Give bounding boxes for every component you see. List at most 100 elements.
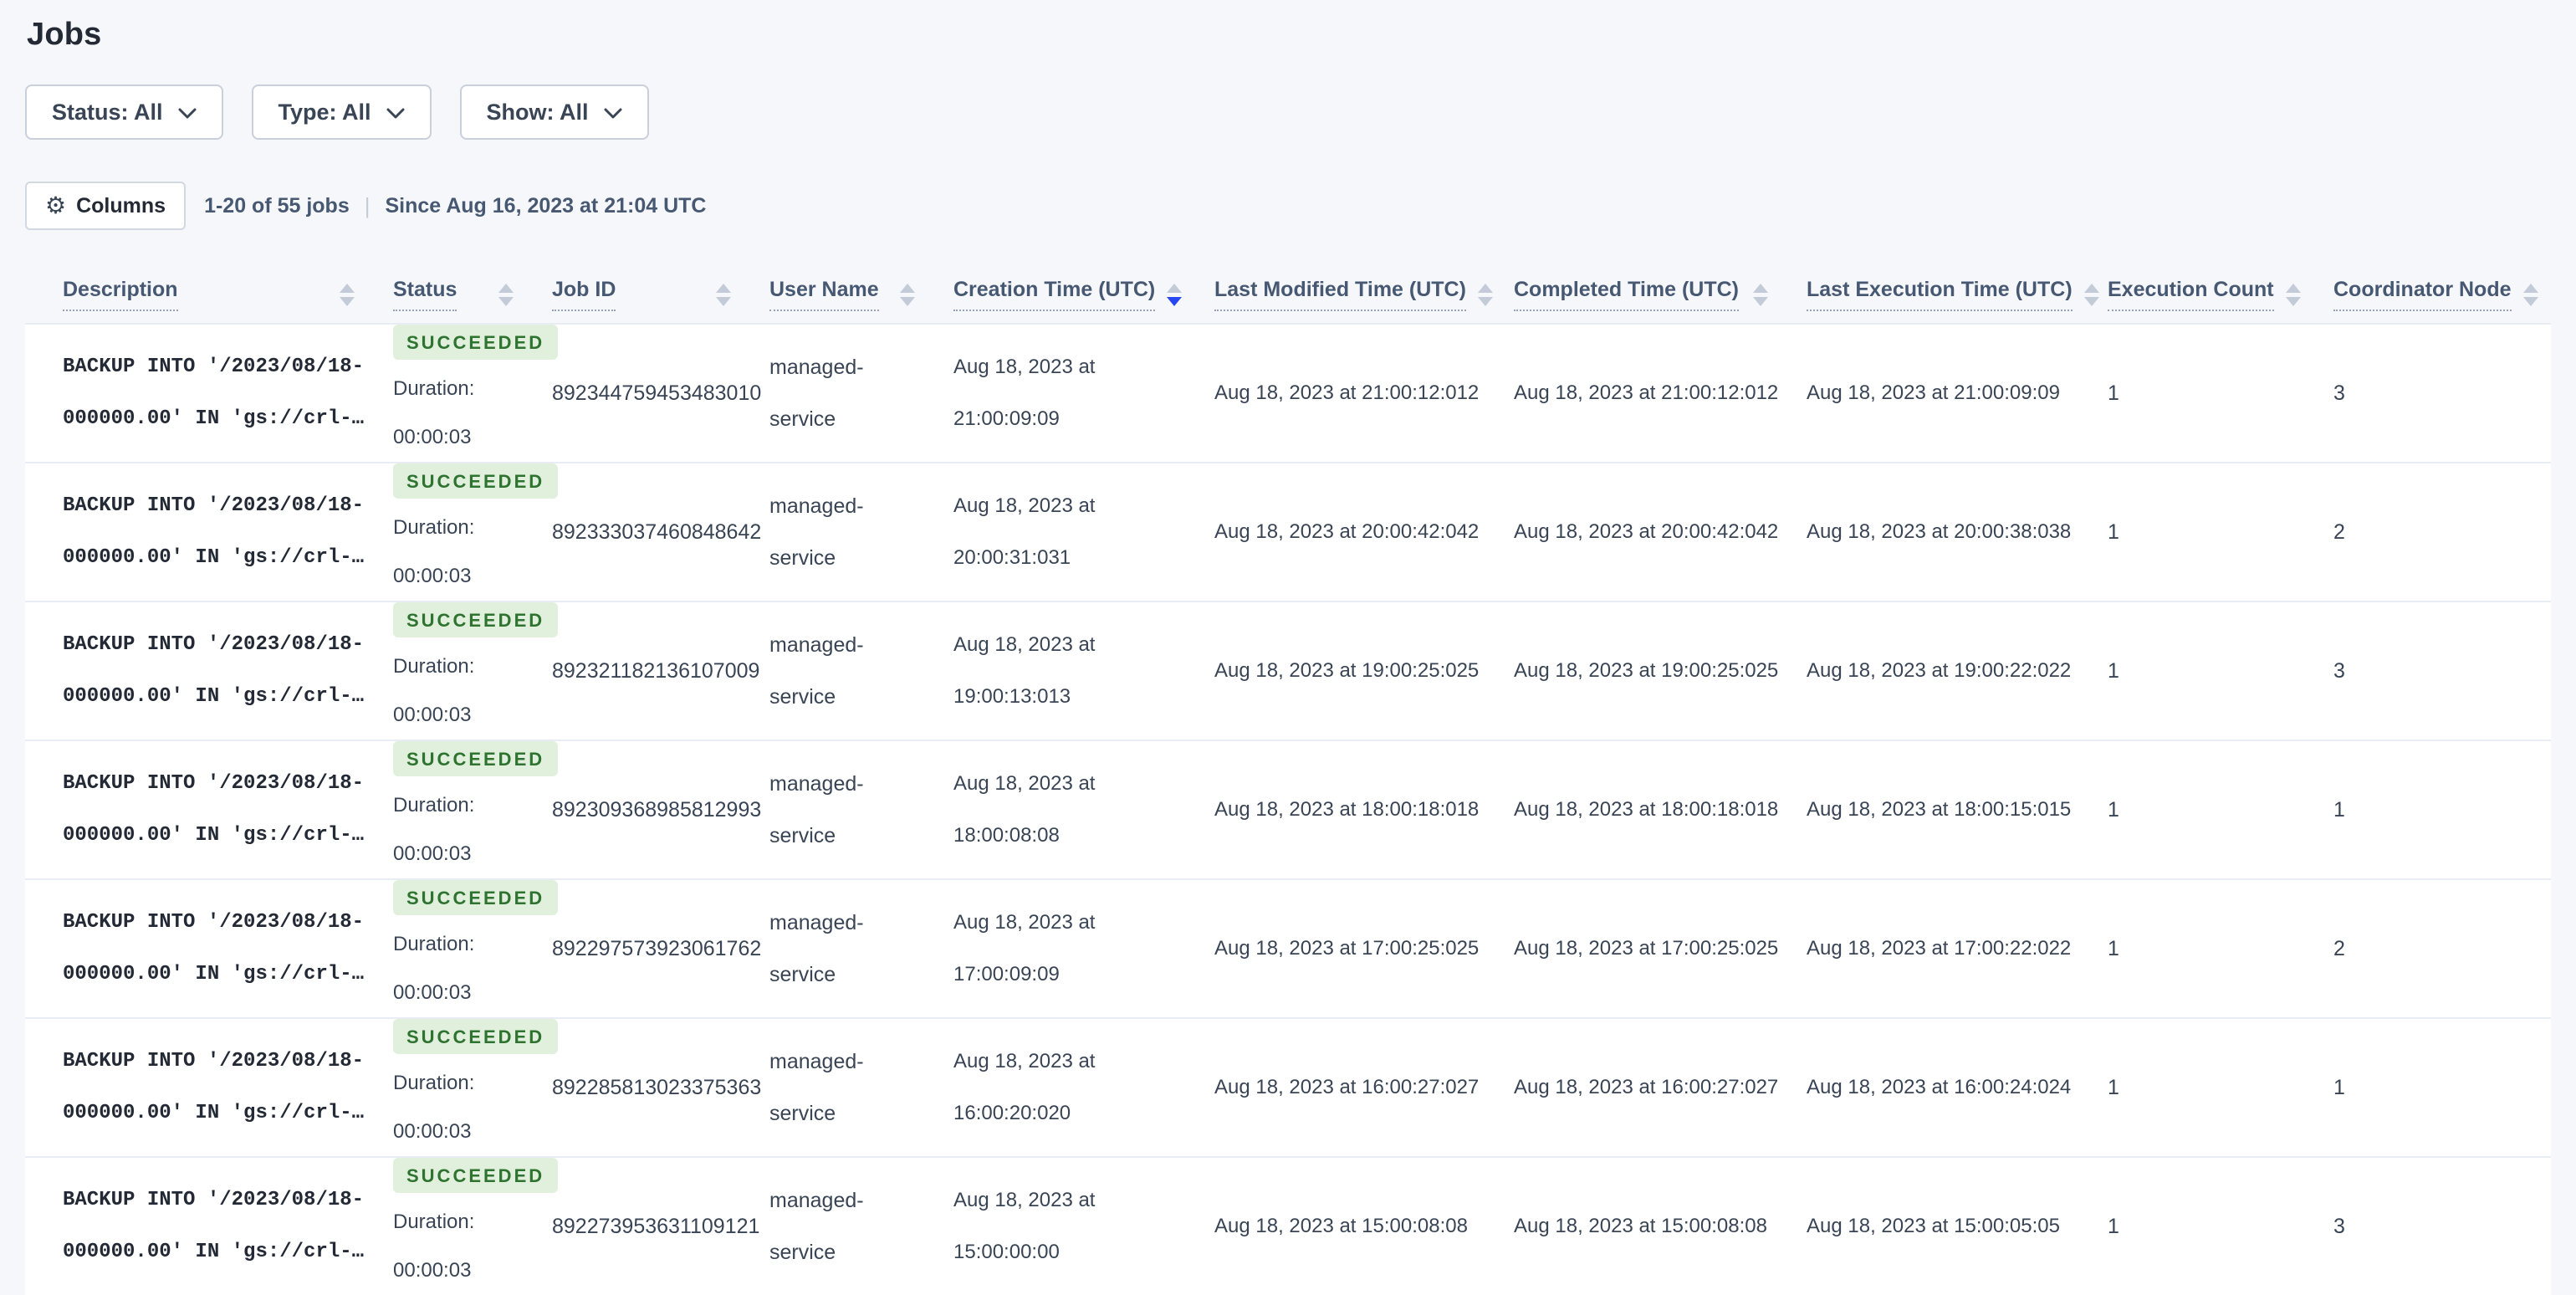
show-filter-dropdown[interactable]: Show: All (459, 84, 649, 140)
duration-value: 00:00:03 (393, 426, 472, 448)
last-execution-time: Aug 18, 2023 at 17:00:22:022 (1790, 878, 2091, 1018)
sort-icon[interactable] (498, 283, 514, 306)
table-row[interactable]: BACKUP INTO '/2023/08/18- 000000.00' IN '… (25, 1156, 2551, 1295)
status-badge: SUCCEEDED (393, 325, 559, 360)
jobs-count-text: 1-20 of 55 jobs (204, 193, 350, 218)
user-name: managed-service (753, 462, 937, 601)
sort-icon[interactable] (2522, 283, 2538, 306)
column-header-description[interactable]: Description (25, 247, 376, 324)
sort-icon[interactable] (2083, 283, 2099, 306)
column-header-label: Last Modified Time (UTC) (1214, 278, 1466, 311)
creation-time: Aug 18, 2023 at 15:00:00:00 (937, 1156, 1198, 1295)
completed-time: Aug 18, 2023 at 18:00:18:018 (1497, 740, 1790, 879)
creation-time: Aug 18, 2023 at 20:00:31:031 (937, 462, 1198, 601)
column-header-user-name[interactable]: User Name (753, 247, 937, 324)
job-id: 892321182136107009 (535, 601, 759, 740)
sort-icon[interactable] (1477, 283, 1493, 306)
last-modified-time: Aug 18, 2023 at 15:00:08:08 (1198, 1156, 1497, 1295)
creation-time: Aug 18, 2023 at 17:00:09:09 (937, 878, 1198, 1018)
last-modified-time: Aug 18, 2023 at 21:00:12:012 (1198, 323, 1497, 463)
chevron-down-icon (178, 108, 197, 120)
column-header-label: Execution Count (2108, 278, 2274, 311)
job-id: 892344759453483010 (535, 323, 761, 463)
job-status: SUCCEEDED Duration: 00:00:03 (376, 878, 559, 1018)
job-description: BACKUP INTO '/2023/08/18- 000000.00' IN '… (25, 462, 376, 601)
column-header-label: Description (63, 278, 178, 311)
toolbar-divider: | (364, 192, 371, 218)
status-badge: SUCCEEDED (393, 602, 559, 637)
table-row[interactable]: BACKUP INTO '/2023/08/18- 000000.00' IN '… (25, 601, 2551, 740)
status-badge: SUCCEEDED (393, 880, 559, 915)
chevron-down-icon (604, 108, 622, 120)
duration-value: 00:00:03 (393, 1259, 472, 1282)
table-header-row: Description Status Job ID User Name Crea… (25, 247, 2551, 324)
jobs-page: Jobs Status: All Type: All Show: All ⚙ C… (0, 0, 2576, 1295)
column-header-execution-count[interactable]: Execution Count (2091, 247, 2317, 324)
user-name: managed-service (753, 601, 937, 740)
type-filter-dropdown[interactable]: Type: All (251, 84, 432, 140)
duration-value: 00:00:03 (393, 704, 472, 726)
duration-value: 00:00:03 (393, 981, 472, 1004)
status-badge: SUCCEEDED (393, 1158, 559, 1193)
job-status: SUCCEEDED Duration: 00:00:03 (376, 740, 559, 879)
completed-time: Aug 18, 2023 at 20:00:42:042 (1497, 462, 1790, 601)
sort-icon-active-desc[interactable] (1167, 283, 1183, 306)
job-description: BACKUP INTO '/2023/08/18- 000000.00' IN '… (25, 740, 376, 879)
status-badge: SUCCEEDED (393, 1019, 559, 1054)
job-status: SUCCEEDED Duration: 00:00:03 (376, 1156, 559, 1295)
column-header-last-execution-time[interactable]: Last Execution Time (UTC) (1790, 247, 2099, 324)
sort-icon[interactable] (900, 283, 915, 306)
execution-count: 1 (2091, 1156, 2317, 1295)
sort-icon[interactable] (340, 283, 355, 306)
job-description: BACKUP INTO '/2023/08/18- 000000.00' IN '… (25, 1156, 376, 1295)
page-title: Jobs (27, 17, 102, 52)
since-text: Since Aug 16, 2023 at 21:04 UTC (385, 193, 707, 218)
column-header-coordinator-node[interactable]: Coordinator Node (2317, 247, 2551, 324)
duration-label: Duration: (393, 1072, 475, 1094)
column-header-label: Completed Time (UTC) (1514, 278, 1739, 311)
duration-label: Duration: (393, 1211, 475, 1233)
show-filter-label: Show: All (486, 99, 589, 125)
user-name: managed-service (753, 323, 937, 463)
job-description: BACKUP INTO '/2023/08/18- 000000.00' IN '… (25, 878, 376, 1018)
column-header-job-id[interactable]: Job ID (535, 247, 753, 324)
table-row[interactable]: BACKUP INTO '/2023/08/18- 000000.00' IN '… (25, 740, 2551, 879)
table-row[interactable]: BACKUP INTO '/2023/08/18- 000000.00' IN '… (25, 878, 2551, 1018)
job-id: 892285813023375363 (535, 1017, 761, 1157)
completed-time: Aug 18, 2023 at 16:00:27:027 (1497, 1017, 1790, 1157)
table-row[interactable]: BACKUP INTO '/2023/08/18- 000000.00' IN '… (25, 462, 2551, 601)
job-id: 892333037460848642 (535, 462, 761, 601)
column-header-status[interactable]: Status (376, 247, 535, 324)
execution-count: 1 (2091, 878, 2317, 1018)
completed-time: Aug 18, 2023 at 17:00:25:025 (1497, 878, 1790, 1018)
column-header-label: Last Execution Time (UTC) (1807, 278, 2073, 311)
duration-label: Duration: (393, 516, 475, 539)
columns-button-label: Columns (76, 193, 166, 218)
column-header-creation-time[interactable]: Creation Time (UTC) (937, 247, 1198, 324)
table-row[interactable]: BACKUP INTO '/2023/08/18- 000000.00' IN '… (25, 1017, 2551, 1157)
completed-time: Aug 18, 2023 at 19:00:25:025 (1497, 601, 1790, 740)
user-name: managed-service (753, 1156, 937, 1295)
column-header-last-modified-time[interactable]: Last Modified Time (UTC) (1198, 247, 1497, 324)
column-header-completed-time[interactable]: Completed Time (UTC) (1497, 247, 1790, 324)
last-execution-time: Aug 18, 2023 at 16:00:24:024 (1790, 1017, 2091, 1157)
sort-icon[interactable] (2285, 283, 2301, 306)
columns-button[interactable]: ⚙ Columns (25, 182, 187, 230)
coordinator-node: 3 (2317, 601, 2551, 740)
job-status: SUCCEEDED Duration: 00:00:03 (376, 601, 559, 740)
status-filter-dropdown[interactable]: Status: All (25, 84, 223, 140)
sort-icon[interactable] (716, 283, 731, 306)
table-row[interactable]: BACKUP INTO '/2023/08/18- 000000.00' IN '… (25, 323, 2551, 463)
sort-icon[interactable] (1753, 283, 1768, 306)
coordinator-node: 1 (2317, 740, 2551, 879)
last-execution-time: Aug 18, 2023 at 21:00:09:09 (1790, 323, 2091, 463)
status-badge: SUCCEEDED (393, 741, 559, 776)
jobs-table: Description Status Job ID User Name Crea… (25, 247, 2551, 1295)
duration-value: 00:00:03 (393, 842, 472, 865)
duration-value: 00:00:03 (393, 565, 472, 587)
job-id: 892273953631109121 (535, 1156, 759, 1295)
gear-icon: ⚙ (45, 192, 67, 219)
creation-time: Aug 18, 2023 at 18:00:08:08 (937, 740, 1198, 879)
status-badge: SUCCEEDED (393, 463, 559, 499)
execution-count: 1 (2091, 601, 2317, 740)
